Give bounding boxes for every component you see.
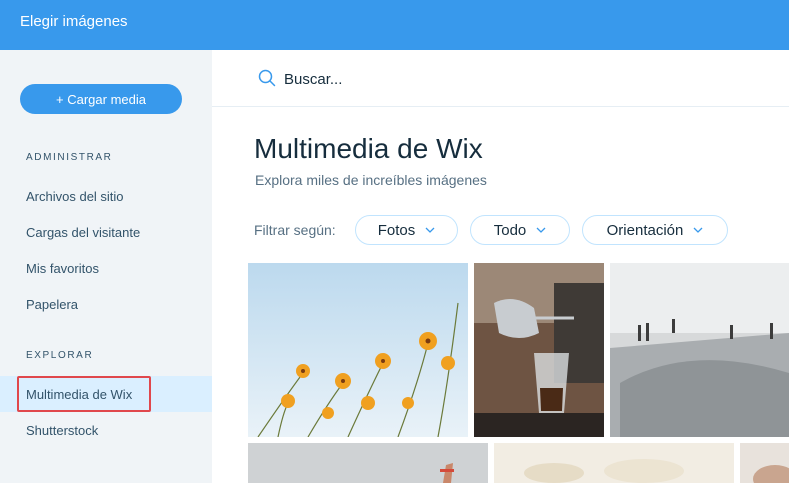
filter-dropdown-photos[interactable]: Fotos: [355, 215, 458, 245]
dialog-title: Elegir imágenes: [20, 13, 128, 30]
photo-flowers-blur[interactable]: [494, 443, 734, 483]
header-bar: Elegir imágenes: [0, 0, 789, 50]
upload-media-button[interactable]: + Cargar media: [20, 84, 182, 114]
section-title-explore: EXPLORAR: [26, 350, 94, 361]
sidebar-item-wix-media[interactable]: Multimedia de Wix: [0, 376, 212, 412]
filter-dropdown-label: Fotos: [377, 221, 416, 239]
filter-label: Filtrar según:: [254, 222, 336, 238]
sidebar-item-trash[interactable]: Papelera: [0, 286, 212, 322]
page-title: Multimedia de Wix: [254, 133, 483, 164]
filter-dropdown-all[interactable]: Todo: [470, 215, 570, 245]
photo-flowers[interactable]: [248, 263, 468, 437]
filter-dropdown-label: Orientación: [606, 221, 684, 239]
page-subtitle: Explora miles de increíbles imágenes: [255, 172, 487, 188]
photo-skatepark[interactable]: [610, 263, 789, 437]
photo-hand[interactable]: [248, 443, 488, 483]
search-bar: [212, 50, 789, 107]
sidebar-item-site-files[interactable]: Archivos del sitio: [0, 178, 212, 214]
chevron-down-icon: [536, 227, 546, 233]
section-title-manage: ADMINISTRAR: [26, 152, 113, 163]
filter-dropdown-orientation[interactable]: Orientación: [582, 215, 728, 245]
filter-dropdown-label: Todo: [493, 221, 527, 239]
chevron-down-icon: [425, 227, 435, 233]
sidebar: + Cargar media ADMINISTRAR Archivos del …: [0, 50, 212, 483]
chevron-down-icon: [693, 227, 703, 233]
search-input[interactable]: [284, 68, 584, 90]
photo-portrait[interactable]: [740, 443, 789, 483]
sidebar-item-favorites[interactable]: Mis favoritos: [0, 250, 212, 286]
photo-coffee[interactable]: [474, 263, 604, 437]
sidebar-item-visitor-uploads[interactable]: Cargas del visitante: [0, 214, 212, 250]
sidebar-item-shutterstock[interactable]: Shutterstock: [0, 412, 212, 448]
search-icon: [258, 69, 276, 87]
